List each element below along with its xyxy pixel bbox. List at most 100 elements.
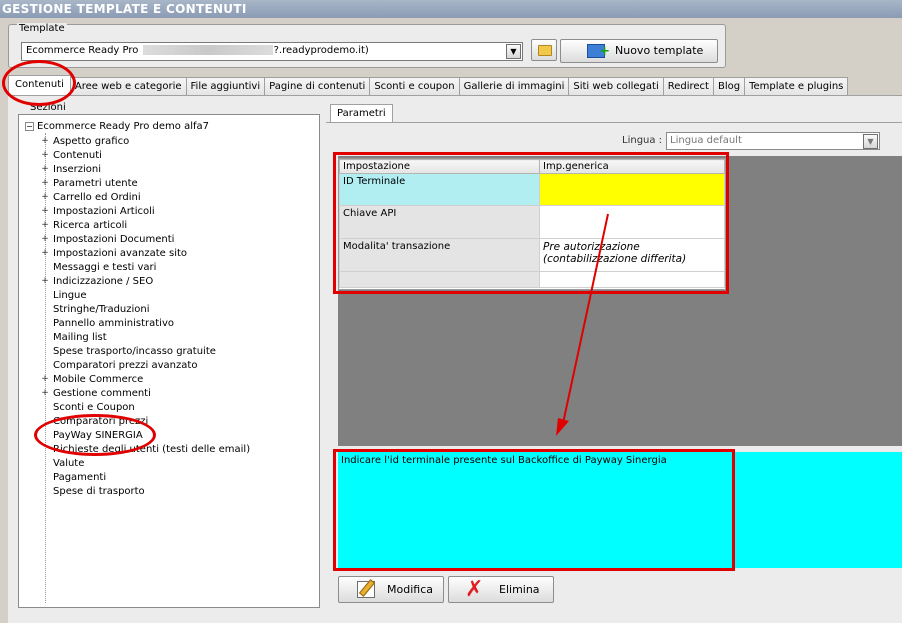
tree-item[interactable]: + Indicizzazione / SEO [41, 275, 311, 289]
tree-item[interactable]: + Parametri utente [41, 177, 311, 191]
table-row[interactable] [339, 271, 725, 288]
tab-redirect[interactable]: Redirect [662, 77, 714, 97]
tab-sconti-coupon[interactable]: Sconti e coupon [369, 77, 460, 97]
tab-blog[interactable]: Blog [712, 77, 746, 97]
tree-item[interactable]: + Mobile Commerce [41, 373, 311, 387]
table-row[interactable]: Chiave API [339, 205, 725, 239]
tree-item[interactable]: + Ricerca articoli [41, 219, 311, 233]
expand-icon[interactable]: + [41, 137, 49, 146]
expand-icon [41, 418, 49, 426]
tree-item-label: Stringhe/Traduzioni [53, 304, 150, 315]
expand-icon[interactable]: + [41, 193, 49, 202]
tree-item-label: Inserzioni [53, 164, 102, 175]
tree-item-label: PayWay SINERGIA [53, 430, 143, 441]
settings-grid[interactable]: Impostazione Imp.generica ID Terminale C… [338, 158, 726, 290]
expand-icon[interactable]: + [41, 179, 49, 188]
expand-icon[interactable]: + [41, 235, 49, 244]
tree-item-label: Spese di trasporto [53, 486, 145, 497]
setting-value-input[interactable] [539, 271, 725, 288]
tab-parametri[interactable]: Parametri [330, 104, 393, 123]
expand-icon[interactable]: + [41, 151, 49, 160]
tree-item-label: Pagamenti [53, 472, 107, 483]
tree-root[interactable]: − Ecommerce Ready Pro demo alfa7 [25, 121, 209, 132]
new-template-button[interactable]: Nuovo template [560, 39, 718, 63]
expand-icon [41, 460, 49, 468]
table-row[interactable]: ID Terminale [339, 173, 725, 206]
folder-icon [538, 45, 552, 56]
setting-key [339, 271, 540, 288]
template-select-suffix: ?.readyprodemo.it) [273, 45, 369, 56]
tree-item-label: Comparatori prezzi [53, 416, 149, 427]
tree-item[interactable]: Valute [41, 457, 311, 471]
tree-item-label: Lingue [53, 290, 87, 301]
expand-icon[interactable]: + [41, 249, 49, 258]
setting-value-input[interactable]: Pre autorizzazione (contabilizzazione di… [539, 238, 725, 272]
tab-contenuti[interactable]: Contenuti [8, 75, 71, 97]
tree-item[interactable]: + Aspetto grafico [41, 135, 311, 149]
tree-item[interactable]: Mailing list [41, 331, 311, 345]
open-folder-button[interactable] [531, 39, 557, 61]
setting-value-input[interactable] [539, 173, 725, 206]
tree-list: + Aspetto grafico + Contenuti + Inserzioni + Pa… [41, 135, 311, 499]
chevron-down-icon[interactable]: ▼ [506, 44, 521, 59]
tree-root-label: Ecommerce Ready Pro demo alfa7 [37, 121, 210, 132]
expand-icon[interactable]: + [41, 165, 49, 174]
tree-item[interactable]: + Impostazioni avanzate sito [41, 247, 311, 261]
tree-item[interactable]: Spese trasporto/incasso gratuite [41, 345, 311, 359]
expand-icon [41, 404, 49, 412]
edit-button[interactable]: Modifica [338, 576, 444, 603]
tree-item[interactable]: Stringhe/Traduzioni [41, 303, 311, 317]
tree-item[interactable]: Pagamenti [41, 471, 311, 485]
section-tree[interactable]: − Ecommerce Ready Pro demo alfa7 + Aspetto… [18, 114, 320, 608]
tree-item[interactable]: Lingue [41, 289, 311, 303]
collapse-icon[interactable]: − [25, 121, 34, 131]
setting-value-input[interactable] [539, 205, 725, 239]
expand-icon [41, 432, 49, 440]
tree-item[interactable]: Comparatori prezzi [41, 415, 311, 429]
tree-item[interactable]: Spese di trasporto [41, 485, 311, 499]
tab-pagine-contenuti[interactable]: Pagine di contenuti [264, 77, 371, 97]
expand-icon[interactable]: + [41, 207, 49, 216]
tree-item[interactable]: PayWay SINERGIA [41, 429, 311, 443]
tree-item[interactable]: + Impostazioni Documenti [41, 233, 311, 247]
tab-template-plugins[interactable]: Template e plugins [744, 77, 849, 97]
column-header-impostazione[interactable]: Impostazione [339, 159, 540, 174]
lingua-select[interactable]: Lingua default ▼ [666, 132, 880, 150]
pencil-icon [357, 581, 375, 598]
tab-siti-collegati[interactable]: Siti web collegati [568, 77, 664, 97]
expand-icon[interactable]: + [41, 375, 49, 384]
lingua-label: Lingua : [622, 135, 663, 146]
table-row[interactable]: Modalita' transazione Pre autorizzazione… [339, 238, 725, 272]
tree-item[interactable]: Richieste degli utenti (testi delle emai… [41, 443, 311, 457]
expand-icon[interactable]: + [41, 277, 49, 286]
tree-item[interactable]: + Inserzioni [41, 163, 311, 177]
tree-item[interactable]: + Impostazioni Articoli [41, 205, 311, 219]
chevron-down-icon[interactable]: ▼ [863, 134, 878, 149]
tree-item[interactable]: + Contenuti [41, 149, 311, 163]
tab-gallerie[interactable]: Gallerie di immagini [458, 77, 570, 97]
expand-icon [41, 474, 49, 482]
main-tabs: Contenuti Aree web e categorie File aggiun… [8, 75, 849, 97]
tree-item[interactable]: Messaggi e testi vari [41, 261, 311, 275]
tree-item-label: Impostazioni Articoli [53, 206, 155, 217]
tree-item-label: Richieste degli utenti (testi delle emai… [53, 444, 251, 455]
tree-item-label: Impostazioni avanzate sito [53, 248, 188, 259]
expand-icon [41, 320, 49, 328]
expand-icon [41, 306, 49, 314]
template-select[interactable]: Ecommerce Ready Pro ?.readyprodemo.it) ▼ [21, 42, 523, 61]
tab-file-aggiuntivi[interactable]: File aggiuntivi [185, 77, 266, 97]
tree-item-label: Impostazioni Documenti [53, 234, 175, 245]
delete-button[interactable]: ✗ Elimina [448, 576, 554, 603]
expand-icon[interactable]: + [41, 221, 49, 230]
tree-item[interactable]: Comparatori prezzi avanzato [41, 359, 311, 373]
setting-key: Chiave API [339, 205, 540, 239]
tree-item[interactable]: + Carrello ed Ordini [41, 191, 311, 205]
tree-item-label: Mailing list [53, 332, 107, 343]
tree-item[interactable]: Sconti e Coupon [41, 401, 311, 415]
expand-icon[interactable]: + [41, 389, 49, 398]
column-header-imp-generica[interactable]: Imp.generica [539, 159, 725, 174]
tree-item[interactable]: + Gestione commenti [41, 387, 311, 401]
tree-item[interactable]: Pannello amministrativo [41, 317, 311, 331]
tab-aree-web[interactable]: Aree web e categorie [69, 77, 187, 97]
expand-icon [41, 334, 49, 342]
